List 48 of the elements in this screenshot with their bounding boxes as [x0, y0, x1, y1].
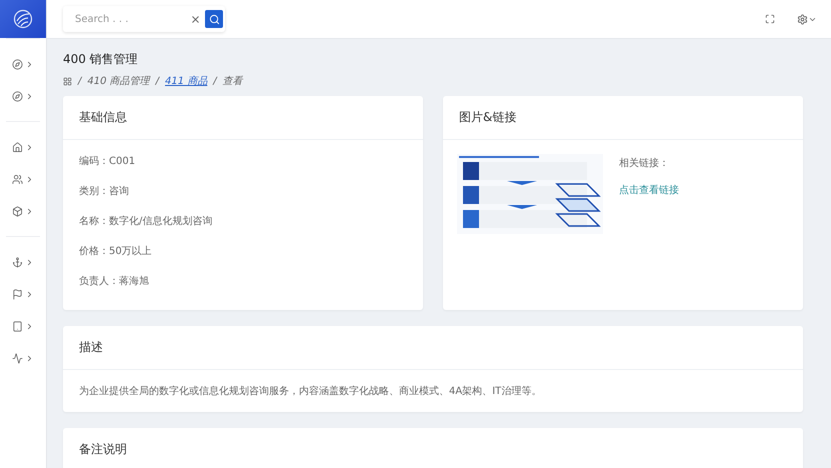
description-text: 为企业提供全局的数字化或信息化规划咨询服务，内容涵盖数字化战略、商业模式、4A架构、IT治理等。 — [79, 384, 542, 398]
chevron-right-icon — [25, 354, 34, 362]
logo-icon — [13, 9, 33, 29]
flag-icon — [12, 288, 23, 300]
search-button[interactable] — [205, 10, 223, 28]
view-link[interactable]: 点击查看链接 — [619, 183, 679, 197]
close-icon — [190, 14, 201, 24]
tablet-icon — [12, 320, 23, 332]
info-field: 负责人：蒋海旭 — [79, 274, 407, 288]
breadcrumb-separator: / — [78, 76, 82, 86]
chevron-right-icon — [25, 92, 34, 100]
breadcrumb-item: 410 商品管理 — [87, 74, 150, 88]
chevron-right-icon — [25, 322, 34, 330]
breadcrumb-separator: / — [213, 76, 217, 86]
info-field: 名称：数字化/信息化规划咨询 — [79, 214, 407, 228]
card-title: 备注说明 — [78, 441, 128, 458]
breadcrumb-separator: / — [156, 76, 160, 86]
breadcrumb-item: 查看 — [222, 74, 243, 88]
compass-icon — [12, 58, 23, 70]
compass-icon — [12, 90, 23, 102]
info-field: 编码：C001 — [79, 154, 407, 168]
activity-icon — [12, 352, 23, 364]
card-title: 基础信息 — [63, 96, 423, 140]
links-label: 相关链接： — [619, 156, 670, 170]
logo[interactable] — [0, 0, 46, 38]
clear-button[interactable] — [190, 14, 201, 24]
grid-icon — [63, 76, 72, 86]
users-icon — [12, 174, 23, 184]
settings-icon — [797, 14, 808, 24]
info-field: 类别：咨询 — [79, 184, 407, 198]
anchor-icon — [12, 256, 23, 268]
home-icon — [12, 142, 23, 152]
card-title: 描述 — [63, 326, 803, 370]
chevron-right-icon — [25, 258, 34, 266]
chevron-right-icon — [25, 290, 34, 298]
chevron-right-icon — [25, 60, 34, 68]
search-icon — [208, 14, 220, 24]
chevron-right-icon — [25, 206, 34, 216]
page-title: 400 销售管理 — [63, 51, 139, 68]
breadcrumb-link[interactable]: 411 商品 — [165, 74, 208, 88]
settings-button[interactable] — [797, 14, 817, 24]
info-field: 价格：50万以上 — [79, 244, 407, 258]
card-title: 图片&链接 — [443, 96, 803, 140]
fullscreen-button[interactable] — [765, 14, 775, 24]
chevron-right-icon — [25, 142, 34, 152]
chevron-right-icon — [25, 174, 34, 184]
box-icon — [12, 206, 23, 216]
fullscreen-icon — [765, 14, 775, 24]
